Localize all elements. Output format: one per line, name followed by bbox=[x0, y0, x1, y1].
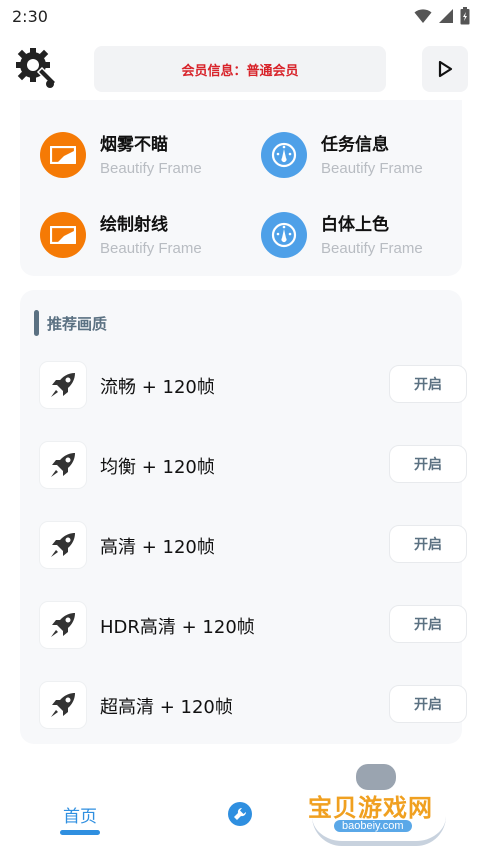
gauge-icon bbox=[261, 212, 307, 258]
feature-item[interactable]: 烟雾不瞄 Beautify Frame bbox=[40, 124, 240, 184]
section-accent-bar bbox=[34, 310, 39, 336]
quality-row: 超高清 + 120帧 开启 bbox=[40, 682, 467, 728]
quality-row: HDR高清 + 120帧 开启 bbox=[40, 602, 467, 648]
status-icons bbox=[414, 7, 470, 25]
status-bar: 2:30 bbox=[0, 0, 482, 32]
watermark-url: baobeiy.com bbox=[334, 820, 412, 832]
quality-row: 高清 + 120帧 开启 bbox=[40, 522, 467, 568]
enable-button[interactable]: 开启 bbox=[389, 685, 467, 723]
section-title: 推荐画质 bbox=[47, 314, 108, 333]
nav-home-tab[interactable]: 首页 bbox=[60, 802, 100, 827]
member-info-box[interactable]: 会员信息：普通会员 bbox=[94, 46, 386, 92]
member-info-text: 会员信息：普通会员 bbox=[181, 63, 299, 79]
rocket-icon bbox=[40, 682, 86, 728]
quality-label: HDR高清 + 120帧 bbox=[100, 617, 255, 638]
rocket-icon bbox=[40, 602, 86, 648]
enable-button[interactable]: 开启 bbox=[389, 365, 467, 403]
nav-home-label: 首页 bbox=[63, 807, 97, 827]
signal-icon bbox=[439, 9, 453, 23]
quality-card: 推荐画质 流畅 + 120帧 开启 均衡 + 120帧 开启 高清 + 120帧… bbox=[20, 290, 467, 744]
enable-button[interactable]: 开启 bbox=[389, 445, 467, 483]
status-time: 2:30 bbox=[12, 6, 48, 26]
watermark: 宝贝游戏网 baobeiy.com bbox=[300, 764, 460, 854]
feature-title: 绘制射线 bbox=[100, 215, 168, 235]
quality-row: 均衡 + 120帧 开启 bbox=[40, 442, 467, 488]
rocket-icon bbox=[40, 362, 86, 408]
app-header: 会员信息：普通会员 bbox=[0, 44, 482, 94]
quality-row: 流畅 + 120帧 开启 bbox=[40, 362, 467, 408]
battery-icon bbox=[460, 7, 470, 25]
quality-label: 超高清 + 120帧 bbox=[100, 697, 233, 718]
feature-subtitle: Beautify Frame bbox=[321, 160, 423, 177]
frame-icon bbox=[40, 132, 86, 178]
wrench-icon bbox=[234, 807, 247, 820]
feature-item[interactable]: 白体上色 Beautify Frame bbox=[261, 204, 461, 264]
feature-subtitle: Beautify Frame bbox=[100, 160, 202, 177]
feature-title: 任务信息 bbox=[321, 135, 389, 155]
rocket-icon bbox=[40, 442, 86, 488]
gamepad-icon bbox=[356, 764, 396, 790]
features-card: 烟雾不瞄 Beautify Frame 任务信息 Beautify Frame … bbox=[20, 100, 462, 276]
play-icon bbox=[438, 60, 453, 78]
settings-button[interactable] bbox=[12, 44, 60, 92]
section-header: 推荐画质 bbox=[34, 310, 107, 336]
feature-title: 白体上色 bbox=[321, 215, 389, 235]
feature-item[interactable]: 绘制射线 Beautify Frame bbox=[40, 204, 240, 264]
feature-subtitle: Beautify Frame bbox=[100, 240, 202, 257]
feature-subtitle: Beautify Frame bbox=[321, 240, 423, 257]
enable-button[interactable]: 开启 bbox=[389, 605, 467, 643]
wifi-icon bbox=[414, 9, 432, 23]
enable-button[interactable]: 开启 bbox=[389, 525, 467, 563]
feature-title: 烟雾不瞄 bbox=[100, 135, 168, 155]
play-button[interactable] bbox=[422, 46, 468, 92]
quality-label: 高清 + 120帧 bbox=[100, 537, 215, 558]
rocket-icon bbox=[40, 522, 86, 568]
feature-item[interactable]: 任务信息 Beautify Frame bbox=[261, 124, 461, 184]
gear-wrench-icon bbox=[16, 48, 58, 88]
nav-active-indicator bbox=[60, 830, 100, 835]
nav-tools-tab[interactable] bbox=[228, 802, 252, 826]
gauge-icon bbox=[261, 132, 307, 178]
frame-icon bbox=[40, 212, 86, 258]
watermark-text: 宝贝游戏网 bbox=[308, 794, 433, 822]
quality-label: 均衡 + 120帧 bbox=[100, 457, 215, 478]
quality-label: 流畅 + 120帧 bbox=[100, 377, 215, 398]
